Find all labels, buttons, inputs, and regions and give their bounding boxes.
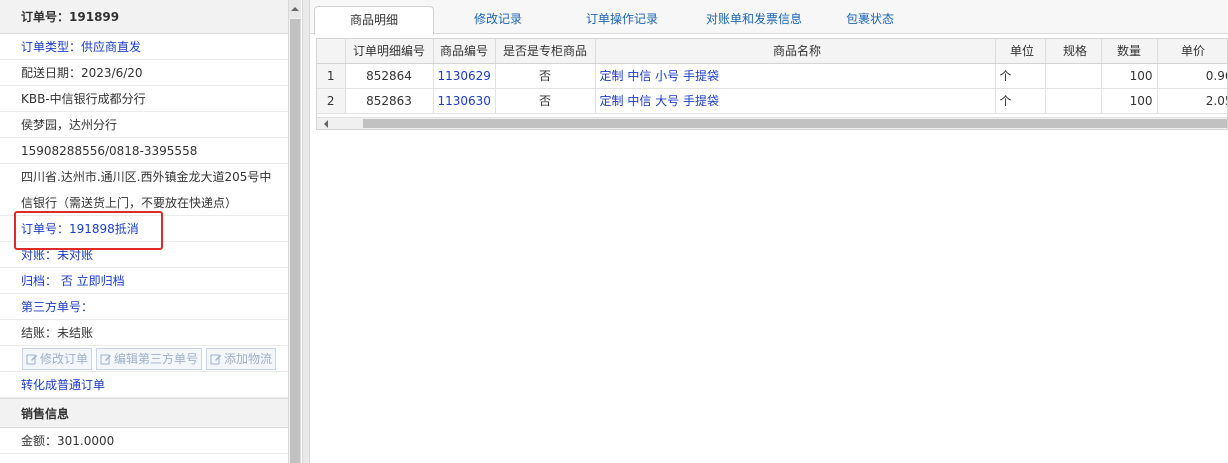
third-party-order-no: 第三方单号： (0, 294, 288, 320)
panel-splitter[interactable] (302, 0, 310, 463)
header-is-special[interactable]: 是否是专柜商品 (495, 39, 596, 64)
add-logistics-button[interactable]: 添加物流 (206, 348, 277, 370)
order-type: 订单类型：供应商直发 (0, 34, 288, 60)
table-row[interactable]: 1 852864 1130629 否 定制 中信 小号 手提袋 个 100 0.… (317, 63, 1227, 89)
header-product-name[interactable]: 商品名称 (595, 39, 996, 64)
related-order-link[interactable]: 订单号：191898抵消 (0, 216, 288, 242)
order-info-panel: 订单号：191899 订单类型：供应商直发 配送日期：2023/6/20 KBB… (0, 0, 289, 463)
delivery-date: 配送日期：2023/6/20 (0, 60, 288, 86)
row-number: 1 (317, 63, 346, 89)
row-number: 2 (317, 88, 346, 114)
table-row[interactable]: 2 852863 1130630 否 定制 中信 大号 手提袋 个 100 2.… (317, 88, 1227, 114)
header-spec[interactable]: 规格 (1045, 39, 1102, 64)
header-price[interactable]: 单价 (1157, 39, 1227, 64)
sales-amount: 金额：301.0000 (0, 428, 288, 454)
cell-product-name-link[interactable]: 定制 中信 小号 手提袋 (595, 63, 996, 89)
left-panel-scrollbar[interactable] (289, 0, 301, 463)
grid-header-row: 订单明细编号 商品编号 是否是专柜商品 商品名称 单位 规格 数量 单价 (317, 39, 1227, 64)
cell-is-special: 否 (495, 63, 596, 89)
cell-unit: 个 (995, 88, 1046, 114)
cell-detail-no: 852863 (345, 88, 434, 114)
header-qty[interactable]: 数量 (1101, 39, 1158, 64)
cell-spec (1045, 88, 1102, 114)
cell-product-name-link[interactable]: 定制 中信 大号 手提袋 (595, 88, 996, 114)
product-table: 订单明细编号 商品编号 是否是专柜商品 商品名称 单位 规格 数量 单价 1 8… (317, 39, 1227, 114)
settle-status: 结账：未结账 (0, 320, 288, 346)
tab-operation-log[interactable]: 订单操作记录 (572, 6, 672, 34)
edit-third-party-button[interactable]: 编辑第三方单号 (96, 348, 203, 370)
edit-order-label: 修改订单 (40, 352, 89, 366)
convert-order-link[interactable]: 转化成普通订单 (0, 372, 288, 398)
cell-detail-no: 852864 (345, 63, 434, 89)
cell-product-no-link[interactable]: 1130630 (433, 88, 496, 114)
tab-edit-history[interactable]: 修改记录 (450, 6, 546, 34)
order-title: 订单号：191899 (0, 0, 288, 34)
header-product-no[interactable]: 商品编号 (433, 39, 496, 64)
tab-product-details[interactable]: 商品明细 (314, 6, 434, 35)
order-actions: 修改订单 编辑第三方单号 添加物流 (0, 346, 288, 372)
order-title-label: 订单号： (21, 10, 70, 24)
tab-bar: 商品明细 修改记录 订单操作记录 对账单和发票信息 包裹状态 (310, 0, 1228, 35)
edit-icon (100, 353, 112, 365)
archive-status[interactable]: 归档： 否 立即归档 (0, 268, 288, 294)
contact-person: 侯梦园，达州分行 (0, 112, 288, 138)
hscroll-thumb[interactable] (363, 119, 1227, 128)
tab-package-status[interactable]: 包裹状态 (832, 6, 908, 34)
edit-third-party-label: 编辑第三方单号 (114, 352, 199, 366)
detail-panel: 商品明细 修改记录 订单操作记录 对账单和发票信息 包裹状态 订单明细编号 商品… (310, 0, 1228, 463)
cell-spec (1045, 63, 1102, 89)
product-grid: 订单明细编号 商品编号 是否是专柜商品 商品名称 单位 规格 数量 单价 1 8… (316, 38, 1228, 130)
scroll-up-arrow-icon[interactable] (289, 0, 301, 18)
delivery-address: 四川省.达州市.通川区.西外镇金龙大道205号中信银行（需送货上门，不要放在快递… (0, 164, 288, 216)
edit-order-button[interactable]: 修改订单 (22, 348, 93, 370)
scroll-left-arrow-icon[interactable] (317, 118, 335, 129)
header-detail-no[interactable]: 订单明细编号 (345, 39, 434, 64)
order-title-value: 191899 (69, 10, 120, 24)
header-rownum (317, 39, 346, 64)
cell-qty: 100 (1101, 63, 1158, 89)
header-unit[interactable]: 单位 (995, 39, 1046, 64)
add-logistics-label: 添加物流 (224, 352, 273, 366)
contact-phone: 15908288556/0818-3395558 (0, 138, 288, 164)
cell-product-no-link[interactable]: 1130629 (433, 63, 496, 89)
tab-statement-invoice[interactable]: 对账单和发票信息 (692, 6, 816, 34)
cell-price: 2.05 (1157, 88, 1227, 114)
grid-horizontal-scrollbar[interactable] (317, 117, 1227, 129)
sales-info-header: 销售信息 (0, 398, 288, 428)
cell-price: 0.96 (1157, 63, 1227, 89)
cell-qty: 100 (1101, 88, 1158, 114)
reconcile-status[interactable]: 对账：未对账 (0, 242, 288, 268)
edit-icon (210, 353, 222, 365)
cell-is-special: 否 (495, 88, 596, 114)
edit-icon (26, 353, 38, 365)
cell-unit: 个 (995, 63, 1046, 89)
scrollbar-thumb[interactable] (290, 19, 300, 463)
customer-name: KBB-中信银行成都分行 (0, 86, 288, 112)
